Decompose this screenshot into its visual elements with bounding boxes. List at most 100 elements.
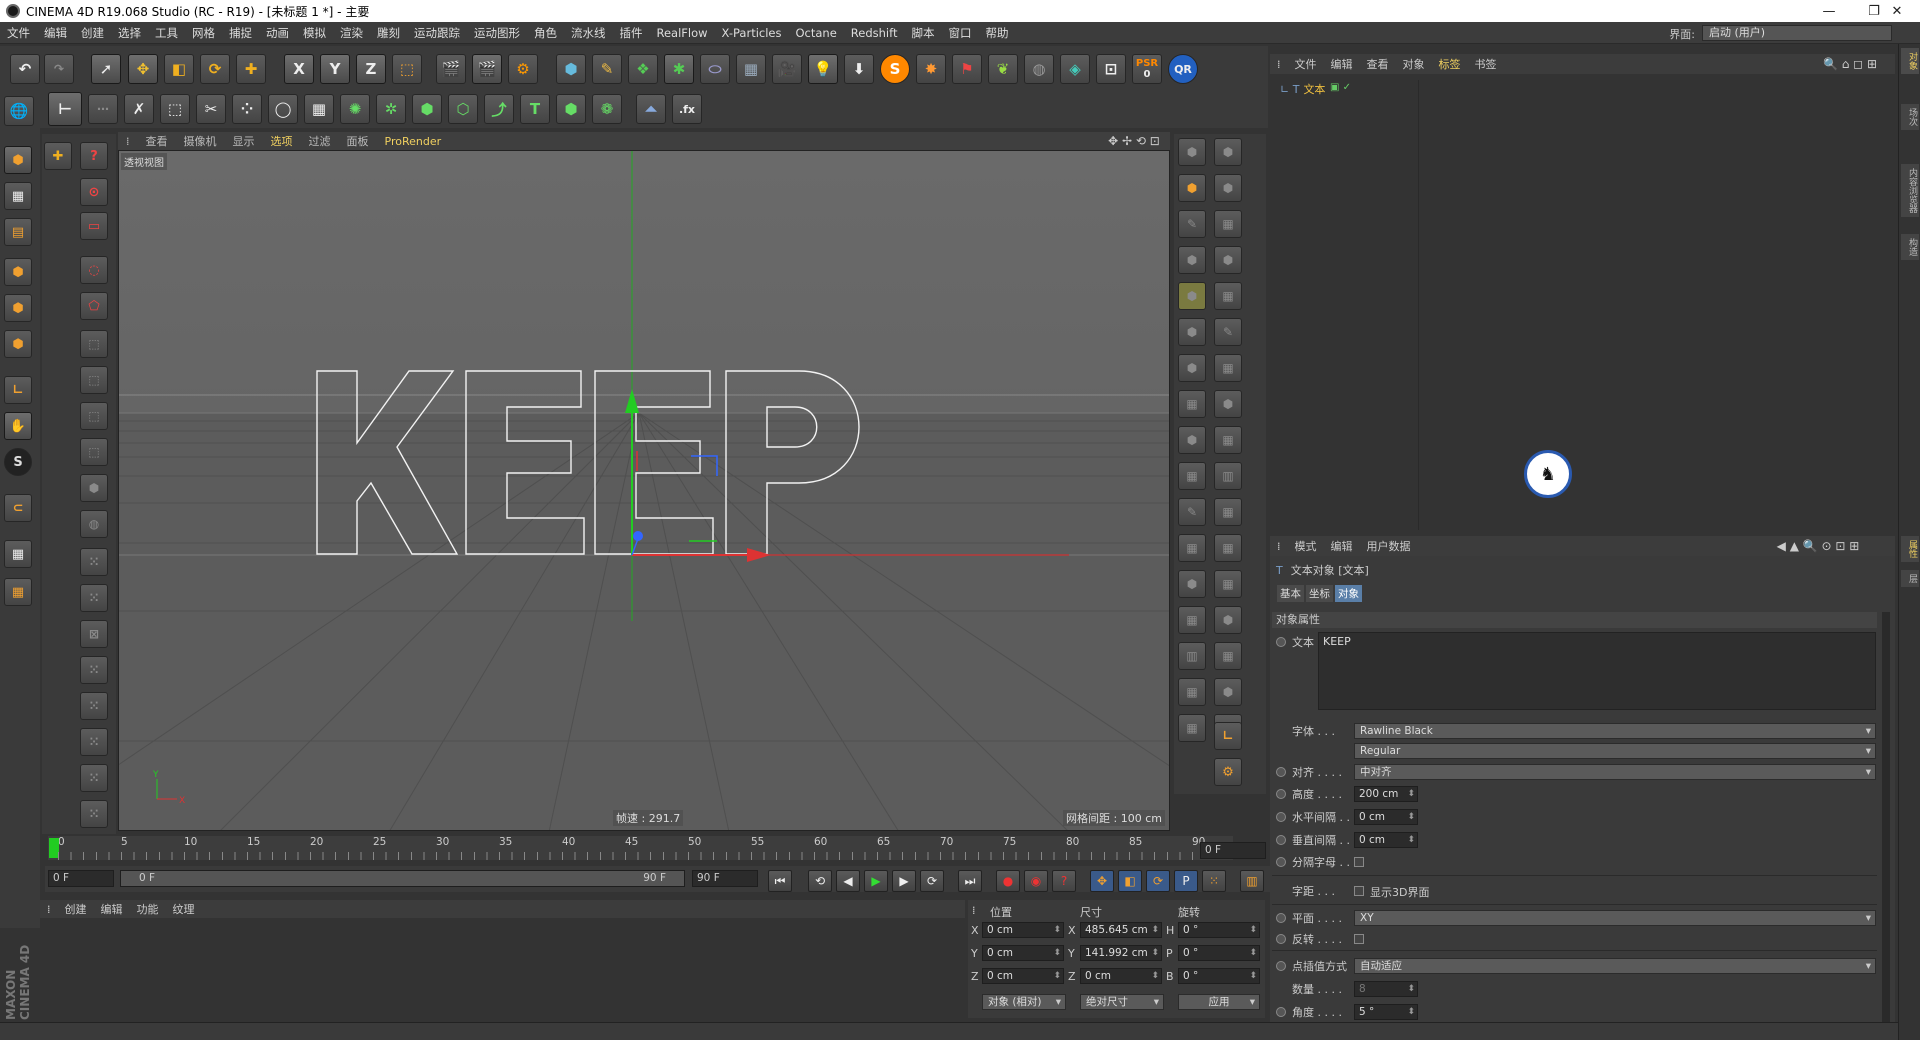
object-manager-tools[interactable]: 🔍 ⌂ ◻ ⊞ [1810, 55, 1890, 73]
tweak-mode-icon[interactable]: ✋ [4, 412, 32, 440]
globe-icon[interactable]: 🌐 [4, 96, 34, 126]
right-tool-a-12[interactable]: ⬢ [1178, 570, 1206, 598]
goto-end-icon[interactable]: ⏭ [958, 870, 982, 892]
camera-icon[interactable]: 🎥 [772, 54, 802, 84]
polygons-mode-icon[interactable]: ▦ [304, 94, 334, 124]
menu-item-11[interactable]: 运动跟踪 [407, 25, 467, 41]
sphere-mograph-icon[interactable]: ✺ [340, 94, 370, 124]
perspective-viewport[interactable]: Y X 透视视图 帧速 : 291.7 网格间距 : 100 cm [118, 150, 1170, 831]
scale-tool-icon[interactable]: ◧ [164, 54, 194, 84]
material-menu-1[interactable]: 编辑 [94, 901, 130, 917]
param-anim-reverse[interactable] [1276, 934, 1286, 944]
frame-range-slider[interactable]: 0 F 90 F [120, 870, 685, 887]
voronoi-icon[interactable]: ⬢ [412, 94, 442, 124]
param-anim-plane[interactable] [1276, 913, 1286, 923]
menu-item-4[interactable]: 工具 [148, 25, 185, 41]
deformer-icon[interactable]: ⬭ [700, 54, 730, 84]
vspace-field[interactable]: 0 cm [1354, 832, 1418, 848]
tool-g-icon[interactable]: ⁙ [80, 548, 108, 576]
right-tool-a-7[interactable]: ▦ [1178, 390, 1206, 418]
record-icon[interactable]: ● [996, 870, 1020, 892]
tool-k-icon[interactable]: ⁙ [80, 692, 108, 720]
right-tool-b-1[interactable]: ⬢ [1214, 174, 1242, 202]
viewport-menu-1[interactable]: 摄像机 [176, 133, 225, 149]
spline-wrap-icon[interactable]: ❁ [592, 94, 622, 124]
timeline-end-frame[interactable]: 0 F [1200, 842, 1266, 859]
rotate-tool-icon[interactable]: ⟳ [200, 54, 230, 84]
viewport-menu-6[interactable]: ProRender [377, 135, 450, 148]
param-anim-hspace[interactable] [1276, 812, 1286, 822]
param-anim-separate[interactable] [1276, 857, 1286, 867]
x-axis-lock-button[interactable]: X [284, 54, 314, 84]
right-tool-a-3[interactable]: ⬢ [1178, 246, 1206, 274]
material-menu-3[interactable]: 纹理 [166, 901, 202, 917]
right-tool-a-11[interactable]: ▦ [1178, 534, 1206, 562]
add-point-icon[interactable]: ✚ [44, 142, 72, 170]
right-tool-a-15[interactable]: ▦ [1178, 678, 1206, 706]
sphere-grid-icon[interactable]: ◍ [1024, 54, 1054, 84]
xparticles-icon[interactable]: ✸ [916, 54, 946, 84]
fracture-cube-icon[interactable]: ⬢ [556, 94, 586, 124]
right-tool-b-14[interactable]: ▦ [1214, 642, 1242, 670]
align-select[interactable]: 中对齐 [1354, 764, 1876, 780]
right-tool-a-0[interactable]: ⬢ [1178, 138, 1206, 166]
right-tool-a-13[interactable]: ▦ [1178, 606, 1206, 634]
subdivision-icon[interactable]: ❖ [628, 54, 658, 84]
make-editable-icon[interactable]: ⬢ [4, 146, 32, 174]
tool-h-icon[interactable]: ⁙ [80, 584, 108, 612]
point-mode-icon[interactable]: ⬢ [4, 258, 32, 286]
prev-frame-icon[interactable]: ◀ [836, 870, 860, 892]
text-input[interactable]: KEEP [1318, 632, 1876, 710]
attribute-menu-2[interactable]: 用户数据 [1360, 538, 1418, 554]
coord-pos-y[interactable]: 0 cm [982, 945, 1064, 961]
keyframe-help-icon[interactable]: ? [1052, 870, 1076, 892]
next-key-icon[interactable]: ⟳ [920, 870, 944, 892]
right-tool-b-9[interactable]: ▥ [1214, 462, 1242, 490]
picture-viewer-icon[interactable]: ⊡ [1096, 54, 1126, 84]
workplane-axis-icon[interactable]: ∟ [1214, 722, 1242, 750]
right-tool-b-12[interactable]: ▦ [1214, 570, 1242, 598]
grid-snap-icon[interactable]: ▦ [4, 578, 32, 606]
coord-rot-p[interactable]: 0 ° [1178, 945, 1260, 961]
menu-item-20[interactable]: 脚本 [904, 25, 941, 41]
points-mode-icon[interactable]: ⁘ [232, 94, 262, 124]
coord-size-z[interactable]: 0 cm [1080, 968, 1162, 984]
render-picture-viewer-icon[interactable]: 🎬 [472, 54, 502, 84]
param-anim-align[interactable] [1276, 767, 1286, 777]
tool-i-icon[interactable]: ⊠ [80, 620, 108, 648]
side-tab2-0[interactable]: 属性 [1901, 536, 1919, 562]
tool-a-icon[interactable]: ⬚ [80, 330, 108, 358]
text-param-anim-icon[interactable] [1276, 637, 1286, 647]
z-axis-lock-button[interactable]: Z [356, 54, 386, 84]
viewport-menu-2[interactable]: 显示 [225, 133, 263, 149]
current-frame-field[interactable]: 0 F [48, 870, 114, 887]
viewport-menu-3[interactable]: 选项 [263, 133, 301, 149]
polygon-mode-icon[interactable]: ⬢ [4, 330, 32, 358]
object-menu-1[interactable]: 编辑 [1324, 56, 1360, 72]
right-tool-b-11[interactable]: ▦ [1214, 534, 1242, 562]
light-icon[interactable]: 💡 [808, 54, 838, 84]
menu-item-6[interactable]: 捕捉 [222, 25, 259, 41]
tool-d-icon[interactable]: ⬚ [80, 438, 108, 466]
right-tool-b-7[interactable]: ⬢ [1214, 390, 1242, 418]
right-tool-b-3[interactable]: ⬢ [1214, 246, 1242, 274]
attribute-tab-2[interactable]: 对象 [1335, 585, 1362, 602]
side-tab-1[interactable]: 场次 [1901, 104, 1919, 130]
lasso-tool-icon[interactable]: ◌ [80, 256, 108, 284]
right-tool-a-2[interactable]: ✎ [1178, 210, 1206, 238]
right-tool-b-6[interactable]: ▦ [1214, 354, 1242, 382]
right-tool-a-1[interactable]: ⬢ [1178, 174, 1206, 202]
menu-item-2[interactable]: 创建 [74, 25, 111, 41]
render-settings-icon[interactable]: ⚙ [508, 54, 538, 84]
select-arrow-icon[interactable]: ⊙ [80, 178, 108, 206]
height-field[interactable]: 200 cm [1354, 786, 1418, 802]
xpresso-fx-icon[interactable]: .fx [672, 94, 702, 124]
live-select-icon[interactable]: ✗ [124, 94, 154, 124]
key-points-icon[interactable]: ⁙ [1202, 870, 1226, 892]
download-icon[interactable]: ⬇ [844, 54, 874, 84]
param-anim-height[interactable] [1276, 789, 1286, 799]
key-position-icon[interactable]: ✥ [1090, 870, 1114, 892]
hspace-field[interactable]: 0 cm [1354, 809, 1418, 825]
tool-f-icon[interactable]: ◍ [80, 510, 108, 538]
attribute-tab-1[interactable]: 坐标 [1306, 585, 1333, 602]
